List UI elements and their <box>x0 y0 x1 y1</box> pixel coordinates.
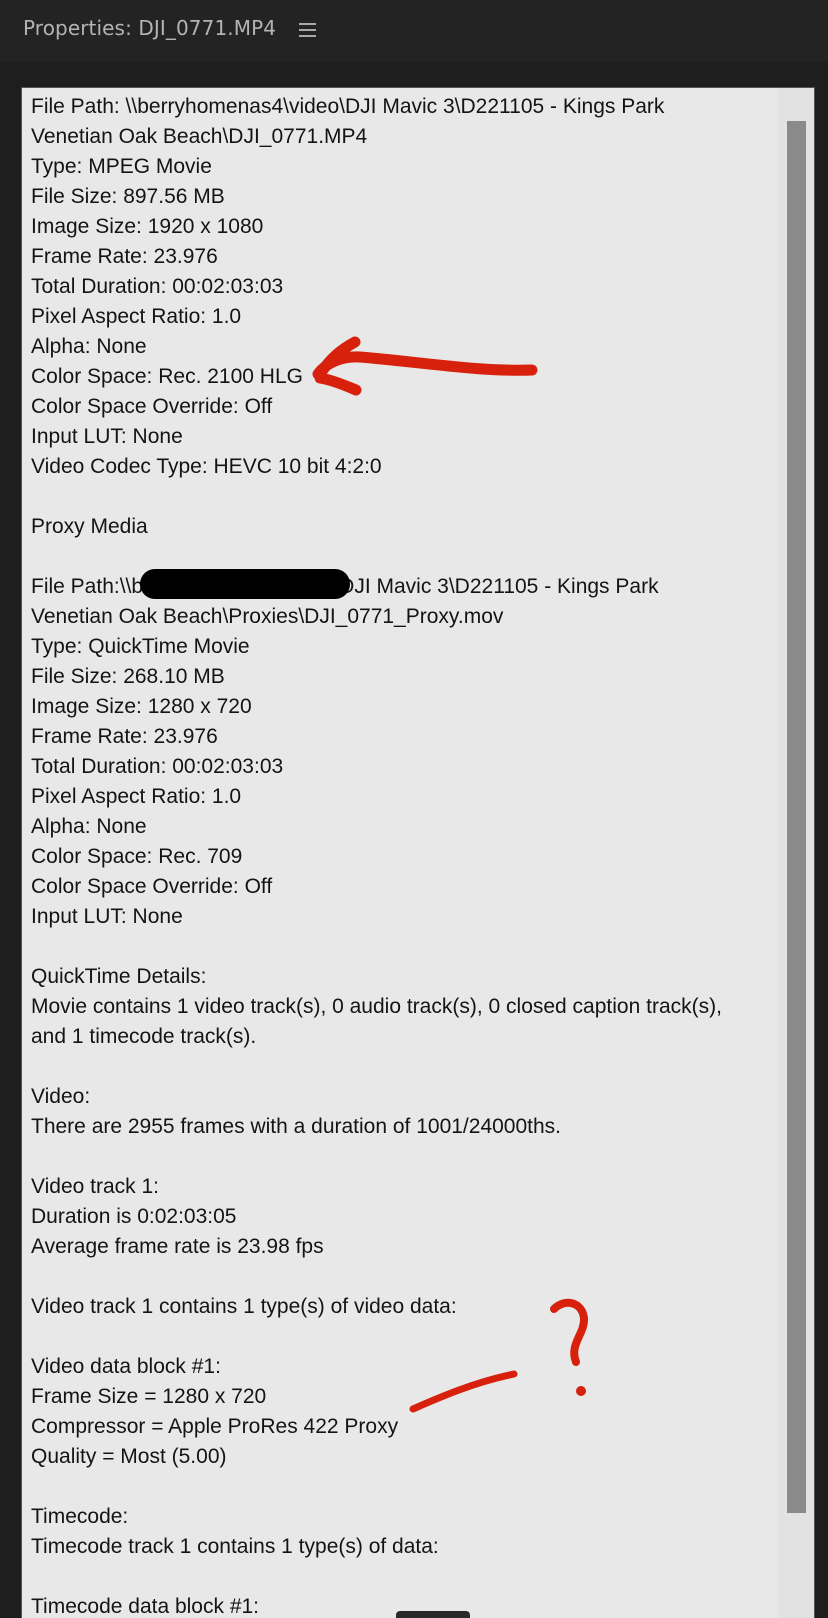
property-line: File Size: 897.56 MB <box>31 185 225 208</box>
panel-title: Properties: DJI_0771.MP4 <box>23 16 277 40</box>
property-line: and 1 timecode track(s). <box>31 1025 257 1048</box>
property-line: Type: QuickTime Movie <box>31 635 250 658</box>
properties-text[interactable]: File Path: \\berryhomenas4\video\DJI Mav… <box>22 88 777 1618</box>
redaction-mark <box>140 569 350 599</box>
property-line: Image Size: 1920 x 1080 <box>31 215 264 238</box>
property-line: Video track 1: <box>31 1175 160 1198</box>
panel-header: Properties: DJI_0771.MP4 <box>0 0 828 62</box>
panel-bottom-tab <box>396 1611 470 1618</box>
property-line: Pixel Aspect Ratio: 1.0 <box>31 305 242 328</box>
property-line: Input LUT: None <box>31 425 183 448</box>
property-line: Total Duration: 00:02:03:03 <box>31 755 284 778</box>
property-line: Venetian Oak Beach\DJI_0771.MP4 <box>31 125 368 148</box>
property-line: Proxy Media <box>31 515 148 538</box>
property-line: Timecode track 1 contains 1 type(s) of d… <box>31 1535 439 1558</box>
property-line: Input LUT: None <box>31 905 183 928</box>
property-line: Average frame rate is 23.98 fps <box>31 1235 324 1258</box>
property-line: QuickTime Details: <box>31 965 207 988</box>
property-line: Video data block #1: <box>31 1355 221 1378</box>
property-line: Color Space Override: Off <box>31 875 273 898</box>
property-line: Frame Rate: 23.976 <box>31 245 218 268</box>
property-line: There are 2955 frames with a duration of… <box>31 1115 562 1138</box>
properties-content[interactable]: File Path: \\berryhomenas4\video\DJI Mav… <box>21 87 815 1618</box>
property-line: Alpha: None <box>31 335 147 358</box>
property-line: Timecode: <box>31 1505 129 1528</box>
property-line: Compressor = Apple ProRes 422 Proxy <box>31 1415 399 1438</box>
property-line: Total Duration: 00:02:03:03 <box>31 275 284 298</box>
scrollbar-thumb[interactable] <box>787 121 806 1513</box>
property-line: Color Space: Rec. 2100 HLG <box>31 365 303 388</box>
property-line: Video track 1 contains 1 type(s) of vide… <box>31 1295 457 1318</box>
property-line: Color Space: Rec. 709 <box>31 845 243 868</box>
property-line: Video: <box>31 1085 91 1108</box>
property-line: Video Codec Type: HEVC 10 bit 4:2:0 <box>31 455 382 478</box>
hamburger-menu-icon[interactable] <box>299 22 316 38</box>
property-line: Movie contains 1 video track(s), 0 audio… <box>31 995 722 1018</box>
property-line: Frame Rate: 23.976 <box>31 725 218 748</box>
property-line: Venetian Oak Beach\Proxies\DJI_0771_Prox… <box>31 605 504 628</box>
vertical-scrollbar[interactable] <box>778 88 814 1618</box>
property-line: Pixel Aspect Ratio: 1.0 <box>31 785 242 808</box>
property-line: File Size: 268.10 MB <box>31 665 225 688</box>
property-line: Color Space Override: Off <box>31 395 273 418</box>
property-line: Frame Size = 1280 x 720 <box>31 1385 267 1408</box>
property-line: Type: MPEG Movie <box>31 155 212 178</box>
property-line: File Path: \\berryhomenas4\video\DJI Mav… <box>31 95 665 118</box>
property-line: Image Size: 1280 x 720 <box>31 695 252 718</box>
property-line: Alpha: None <box>31 815 147 838</box>
property-line: Quality = Most (5.00) <box>31 1445 227 1468</box>
property-line: Duration is 0:02:03:05 <box>31 1205 237 1228</box>
